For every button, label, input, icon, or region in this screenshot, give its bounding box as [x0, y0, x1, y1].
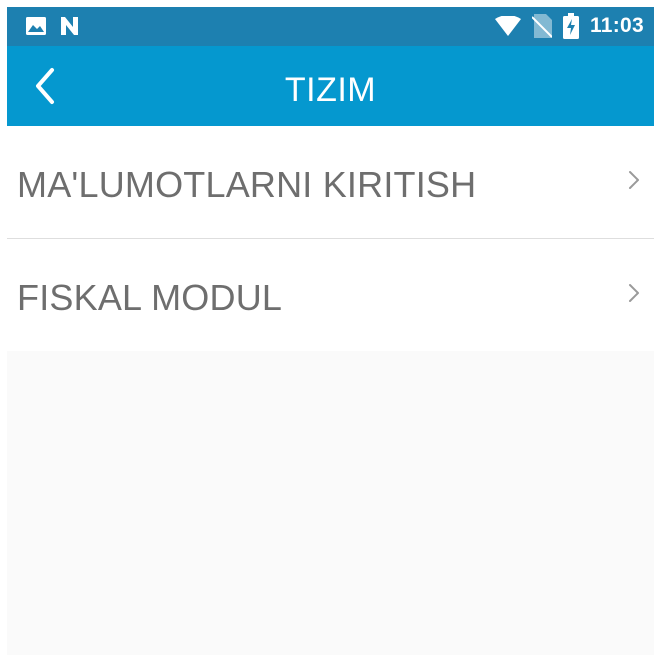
image-icon — [26, 17, 46, 35]
menu-list: MA'LUMOTLARNI KIRITISH FISKAL MODUL — [7, 126, 654, 352]
screen: 11:03 TIZIM MA'LUMOTLARNI KIRITISH FISKA… — [0, 0, 654, 655]
menu-item-label: MA'LUMOTLARNI KIRITISH — [17, 164, 477, 205]
chevron-right-icon — [628, 283, 640, 303]
status-right-icons: 11:03 — [494, 13, 644, 39]
status-left-icons — [26, 17, 80, 35]
empty-area — [7, 351, 654, 655]
page-title: TIZIM — [284, 71, 377, 109]
menu-item-fiscal-module[interactable]: FISKAL MODUL — [7, 239, 654, 352]
app-bar: TIZIM — [7, 46, 654, 126]
no-sim-icon — [531, 14, 553, 38]
chevron-right-icon — [628, 170, 640, 190]
menu-item-label: FISKAL MODUL — [17, 277, 283, 318]
status-bar: 11:03 — [7, 7, 654, 46]
menu-item-data-entry[interactable]: MA'LUMOTLARNI KIRITISH — [7, 126, 654, 239]
battery-charging-icon — [562, 13, 579, 39]
status-time: 11:03 — [589, 14, 644, 37]
n-notification-icon — [60, 17, 80, 35]
wifi-icon — [494, 15, 521, 36]
